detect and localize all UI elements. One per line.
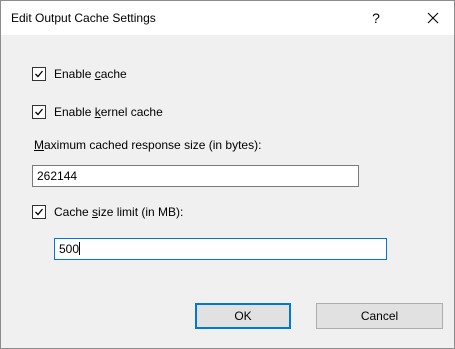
help-button[interactable]: ? (361, 1, 391, 35)
text-caret (79, 242, 81, 255)
enable-cache-checkbox[interactable] (32, 67, 46, 81)
enable-kernel-cache-checkbox[interactable] (32, 105, 46, 119)
close-icon (427, 12, 439, 24)
checkmark-icon (35, 108, 44, 116)
title-bar: Edit Output Cache Settings ? (1, 1, 454, 35)
max-response-size-input[interactable]: 262144 (32, 165, 359, 187)
cache-size-limit-label: Cache size limit (in MB): (54, 205, 184, 219)
help-icon: ? (372, 10, 380, 26)
checkmark-icon (35, 208, 44, 216)
cancel-button[interactable]: Cancel (316, 303, 443, 329)
cache-size-limit-input[interactable]: 500 (54, 238, 387, 260)
cache-size-limit-checkbox-row[interactable]: Cache size limit (in MB): (32, 204, 183, 220)
enable-cache-checkbox-row[interactable]: Enable cache (32, 66, 127, 82)
cancel-button-label: Cancel (360, 309, 399, 323)
dialog-title: Edit Output Cache Settings (11, 11, 156, 25)
ok-button-label: OK (234, 309, 252, 323)
cache-size-limit-checkbox[interactable] (32, 205, 46, 219)
checkmark-icon (35, 70, 44, 78)
enable-kernel-cache-checkbox-row[interactable]: Enable kernel cache (32, 104, 163, 120)
enable-kernel-cache-label: Enable kernel cache (54, 105, 163, 119)
close-button[interactable] (415, 1, 451, 35)
ok-button[interactable]: OK (195, 303, 291, 329)
max-response-size-label: Maximum cached response size (in bytes): (34, 138, 262, 152)
enable-cache-label: Enable cache (54, 67, 127, 81)
dialog-window: Edit Output Cache Settings ? Enable cach… (0, 0, 455, 349)
